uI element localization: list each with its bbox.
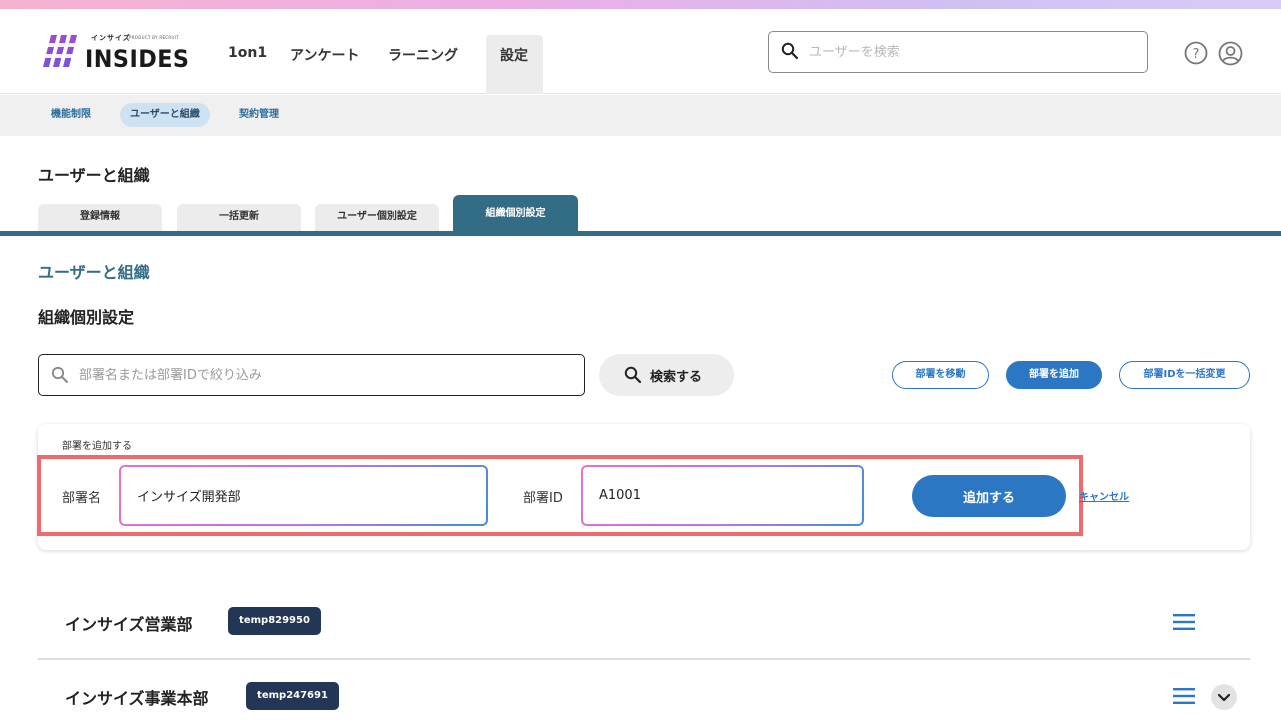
- nav-1on1[interactable]: 1on1: [214, 35, 276, 94]
- department-name-field-frame: [119, 465, 488, 526]
- user-search-box[interactable]: [768, 31, 1148, 73]
- org-name: インサイズ営業部: [65, 615, 193, 634]
- nav-settings[interactable]: 設定: [486, 35, 543, 94]
- org-name: インサイズ事業本部: [65, 689, 209, 708]
- tab-org-settings[interactable]: 組織個別設定: [453, 195, 578, 231]
- logo-byline: PRODUCT BY RECRUIT: [129, 35, 179, 40]
- help-icon[interactable]: ?: [1184, 41, 1208, 65]
- list-item[interactable]: インサイズ営業部 temp829950: [38, 585, 1250, 657]
- nav-survey[interactable]: アンケート: [276, 35, 374, 94]
- move-department-button[interactable]: 部署を移動: [892, 361, 989, 389]
- department-name-label: 部署名: [62, 491, 102, 506]
- add-department-button[interactable]: 部署を追加: [1006, 361, 1102, 389]
- department-id-field-frame: [581, 465, 864, 526]
- main-nav: 1on1 アンケート ラーニング 設定: [214, 35, 543, 94]
- hamburger-menu-icon[interactable]: [1173, 688, 1195, 704]
- page-title: ユーザーと組織: [38, 166, 150, 185]
- submit-add-button[interactable]: 追加する: [912, 475, 1066, 517]
- tab-bulk-update[interactable]: 一括更新: [177, 204, 301, 231]
- search-icon: [624, 366, 642, 384]
- department-id-input[interactable]: [583, 467, 862, 524]
- svg-text:?: ?: [1193, 47, 1200, 62]
- user-avatar-icon[interactable]: [1218, 41, 1243, 66]
- settings-subnav: 機能制限 ユーザーと組織 契約管理: [0, 95, 1281, 136]
- expand-toggle[interactable]: [1211, 684, 1237, 710]
- search-icon: [781, 42, 799, 60]
- tab-registration[interactable]: 登録情報: [38, 204, 162, 231]
- user-search-input[interactable]: [809, 40, 1129, 64]
- department-name-input[interactable]: [121, 467, 486, 524]
- chevron-down-icon: [1217, 693, 1231, 702]
- tab-underline: [0, 231, 1281, 236]
- subsection-title: 組織個別設定: [38, 308, 135, 327]
- department-filter-input[interactable]: [79, 363, 569, 387]
- add-department-title: 部署を追加する: [62, 441, 132, 452]
- top-gradient-stripe: [0, 0, 1281, 9]
- subnav-feature-limits[interactable]: 機能制限: [41, 103, 101, 127]
- logo-kana: インサイズ: [91, 34, 131, 42]
- hamburger-menu-icon[interactable]: [1173, 614, 1195, 630]
- insides-logo[interactable]: インサイズ PRODUCT BY RECRUIT INSIDES: [41, 34, 190, 73]
- app-header: インサイズ PRODUCT BY RECRUIT INSIDES 1on1 アン…: [0, 9, 1281, 94]
- department-filter-box[interactable]: [38, 354, 585, 396]
- section-title: ユーザーと組織: [38, 263, 150, 282]
- bulk-change-id-button[interactable]: 部署IDを一括変更: [1119, 361, 1250, 389]
- search-button[interactable]: 検索する: [599, 354, 734, 396]
- search-icon: [51, 366, 68, 383]
- org-id-badge: temp247691: [246, 682, 339, 710]
- logo-mark-icon: [41, 35, 81, 67]
- subnav-users-orgs[interactable]: ユーザーと組織: [120, 103, 210, 127]
- department-id-label: 部署ID: [523, 491, 563, 506]
- logo-wordmark: INSIDES: [85, 45, 190, 73]
- list-item[interactable]: インサイズ事業本部 temp247691: [38, 660, 1250, 720]
- search-button-label: 検索する: [650, 369, 703, 384]
- subnav-contract[interactable]: 契約管理: [229, 103, 289, 127]
- nav-learning[interactable]: ラーニング: [374, 35, 486, 94]
- org-id-badge: temp829950: [228, 607, 321, 635]
- cancel-link[interactable]: キャンセル: [1079, 488, 1129, 503]
- tab-user-settings[interactable]: ユーザー個別設定: [315, 204, 439, 231]
